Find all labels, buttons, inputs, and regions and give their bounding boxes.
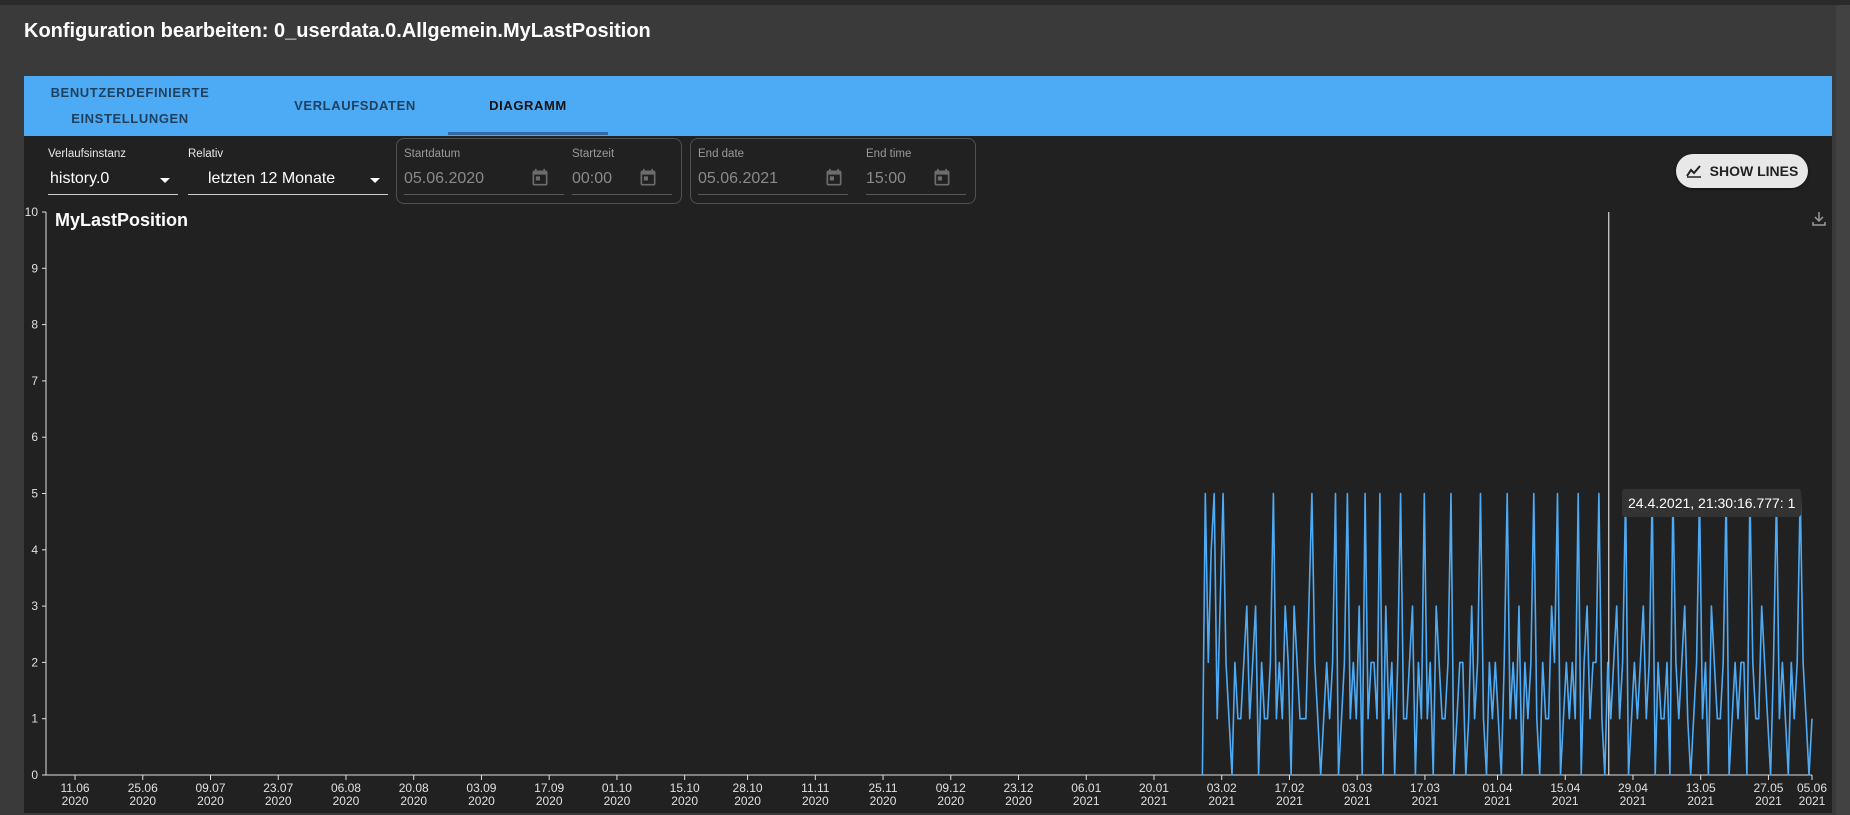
calendar-icon[interactable] <box>638 168 658 188</box>
relative-dropdown-icon <box>370 178 380 183</box>
end-date-underline <box>698 194 848 195</box>
chart-line-icon <box>1685 165 1701 178</box>
relative-value: letzten 12 Monate <box>208 170 336 187</box>
relative-underline <box>188 194 388 195</box>
calendar-icon[interactable] <box>932 168 952 188</box>
relative-label: Relativ <box>188 148 224 160</box>
start-time-underline <box>572 194 672 195</box>
active-tab-indicator <box>448 132 608 135</box>
start-time-label: Startzeit <box>572 148 615 160</box>
instance-select[interactable]: Verlaufsinstanz history.0 <box>48 146 178 196</box>
chart-title: MyLastPosition <box>55 210 189 230</box>
tab-custom-settings-line1: BENUTZERDEFINIERTE <box>50 85 210 100</box>
end-time-value: 15:00 <box>866 170 907 187</box>
tab-history-data[interactable]: VERLAUFSDATEN <box>280 76 430 136</box>
calendar-icon[interactable] <box>824 168 844 188</box>
tab-custom-settings[interactable]: BENUTZERDEFINIERTE EINSTELLUNGEN <box>40 76 220 136</box>
calendar-icon[interactable] <box>530 168 550 188</box>
start-date-value: 05.06.2020 <box>404 170 485 187</box>
tab-bar: BENUTZERDEFINIERTE EINSTELLUNGEN VERLAUF… <box>24 76 1832 136</box>
relative-select[interactable]: Relativ letzten 12 Monate <box>188 146 388 196</box>
diagram-panel <box>24 136 1832 813</box>
download-icon[interactable] <box>1810 210 1828 228</box>
start-date-label: Startdatum <box>404 148 461 160</box>
instance-label: Verlaufsinstanz <box>48 148 126 160</box>
instance-value: history.0 <box>50 170 110 187</box>
dialog-title: Konfiguration bearbeiten: 0_userdata.0.A… <box>24 20 651 42</box>
end-time-field[interactable]: End time 15:00 <box>866 146 966 196</box>
tab-diagram[interactable]: DIAGRAMM <box>448 76 608 136</box>
tab-custom-settings-line2: EINSTELLUNGEN <box>71 111 189 126</box>
end-date-field[interactable]: End date 05.06.2021 <box>698 146 848 196</box>
instance-dropdown-icon <box>160 178 170 183</box>
end-date-label: End date <box>698 148 745 160</box>
end-time-underline <box>866 194 966 195</box>
start-date-field[interactable]: Startdatum 05.06.2020 <box>404 146 564 196</box>
show-lines-button[interactable]: SHOW LINES <box>1676 154 1808 188</box>
chart-tooltip: 24.4.2021, 21:30:16.777: 1 <box>1622 489 1802 517</box>
show-lines-label: SHOW LINES <box>1709 163 1799 179</box>
instance-underline <box>48 194 178 195</box>
start-date-underline <box>404 194 564 195</box>
end-date-value: 05.06.2021 <box>698 170 779 187</box>
end-time-label: End time <box>866 148 912 160</box>
start-time-value: 00:00 <box>572 170 613 187</box>
start-time-field[interactable]: Startzeit 00:00 <box>572 146 672 196</box>
